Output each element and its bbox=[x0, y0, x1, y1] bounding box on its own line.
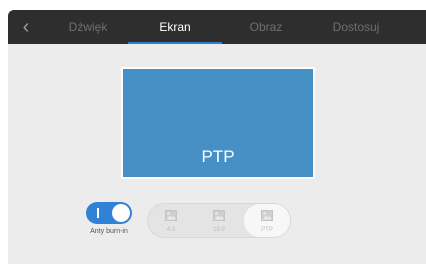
anti-burn-in-label: Anty burn-in bbox=[90, 228, 128, 235]
aspect-ratio-selector: 4:3 16:9 PTP bbox=[147, 203, 291, 238]
preview-mode-label: PTP bbox=[201, 147, 235, 166]
aspect-option-4-3[interactable]: 4:3 bbox=[148, 204, 194, 237]
aspect-option-label: 4:3 bbox=[166, 227, 176, 233]
aspect-option-16-9[interactable]: 16:9 bbox=[196, 204, 242, 237]
screen-preview: PTP bbox=[121, 67, 315, 179]
image-icon bbox=[261, 210, 273, 221]
aspect-option-label: 16:9 bbox=[213, 227, 225, 233]
chevron-left-icon[interactable]: ‹ bbox=[16, 16, 36, 38]
tab-dzwiek[interactable]: Dźwięk bbox=[52, 10, 124, 44]
image-icon bbox=[213, 210, 225, 221]
tab-ekran[interactable]: Ekran bbox=[130, 10, 220, 44]
tab-bar: ‹ Dźwięk Ekran Obraz Dostosuj bbox=[8, 10, 426, 44]
aspect-option-ptp[interactable]: PTP bbox=[244, 204, 290, 237]
toggle-on-indicator bbox=[97, 208, 99, 218]
image-icon bbox=[165, 210, 177, 221]
active-tab-indicator bbox=[128, 42, 222, 44]
anti-burn-in-toggle[interactable] bbox=[86, 202, 132, 224]
tab-dostosuj[interactable]: Dostosuj bbox=[314, 10, 398, 44]
settings-panel: ‹ Dźwięk Ekran Obraz Dostosuj PTP Anty b… bbox=[8, 10, 426, 264]
toggle-knob bbox=[112, 204, 130, 222]
tab-obraz[interactable]: Obraz bbox=[226, 10, 306, 44]
aspect-option-label: PTP bbox=[261, 227, 273, 233]
